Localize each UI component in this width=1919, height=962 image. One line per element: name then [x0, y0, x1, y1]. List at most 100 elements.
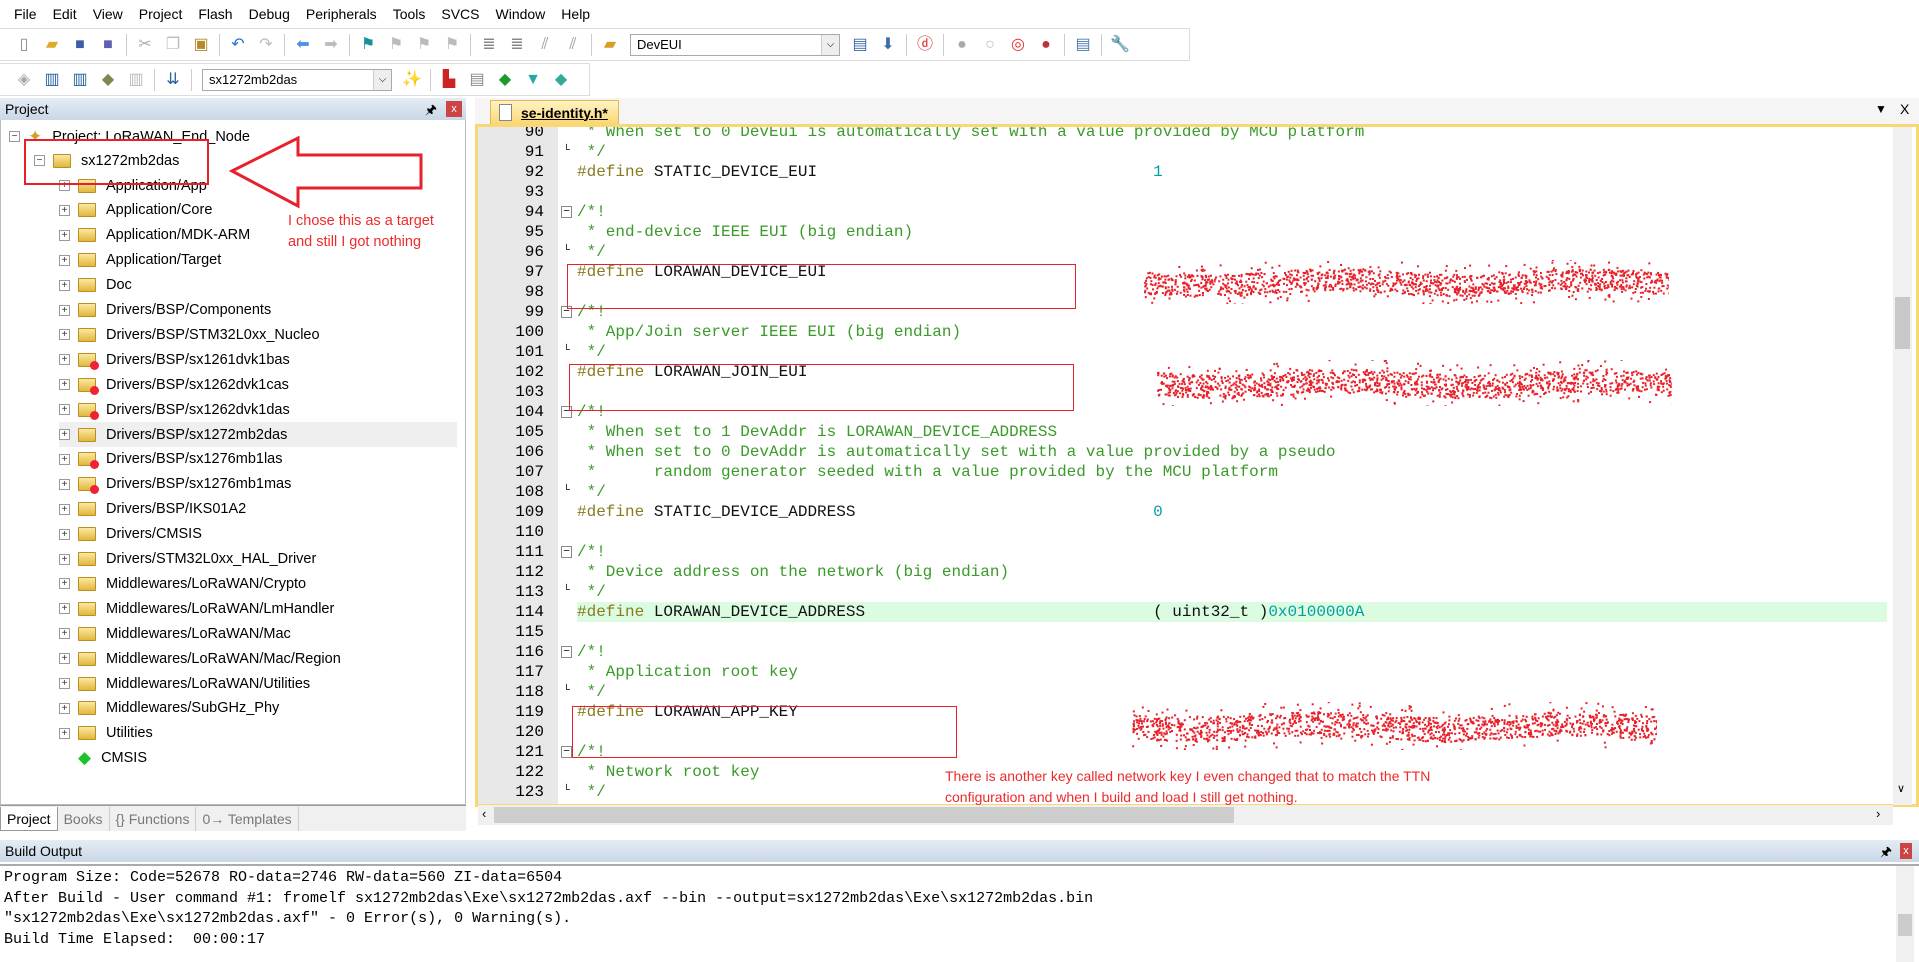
tab-functions[interactable]: {} Functions	[110, 807, 197, 831]
tab-se-identity-h[interactable]: se-identity.h*	[490, 100, 619, 124]
expand-icon[interactable]: +	[59, 529, 70, 540]
code-line[interactable]: 95 * end-device IEEE EUI (big endian)	[478, 222, 1893, 242]
fold-end-marker[interactable]: └	[561, 346, 572, 358]
expand-icon[interactable]: +	[59, 578, 70, 589]
code-line[interactable]: 113└ */	[478, 582, 1893, 602]
scroll-thumb[interactable]	[1895, 297, 1910, 349]
editor-vertical-scrollbar[interactable]: ∨	[1893, 127, 1912, 805]
tree-group[interactable]: +Middlewares/LoRaWAN/Mac	[59, 621, 291, 646]
menu-project[interactable]: Project	[131, 6, 191, 22]
code-line[interactable]: 118└ */	[478, 682, 1893, 702]
expand-icon[interactable]: +	[59, 504, 70, 515]
menu-peripherals[interactable]: Peripherals	[298, 6, 385, 22]
batch-build-icon[interactable]: ◆	[96, 68, 120, 92]
tree-group[interactable]: +Drivers/BSP/Components	[59, 298, 271, 323]
comment-icon[interactable]: ⫽	[533, 33, 557, 57]
manage-multi-project-icon[interactable]: ▤	[465, 68, 489, 92]
fold-end-marker[interactable]: └	[561, 146, 572, 158]
tree-group[interactable]: +Drivers/BSP/sx1262dvk1das	[59, 397, 290, 422]
tab-templates[interactable]: 0→ Templates	[196, 807, 298, 831]
pack-installer-icon[interactable]: ◆	[549, 68, 573, 92]
fold-end-marker[interactable]: └	[561, 586, 572, 598]
fold-collapse-icon[interactable]: −	[561, 746, 572, 758]
tree-group[interactable]: +Doc	[59, 273, 132, 298]
expand-icon[interactable]: +	[59, 429, 70, 440]
scroll-left-icon[interactable]: ‹	[482, 806, 486, 821]
tree-group[interactable]: +Drivers/BSP/IKS01A2	[59, 497, 246, 522]
debug-session-icon[interactable]: ⓓ	[913, 33, 937, 57]
build-output-scrollbar[interactable]	[1896, 866, 1914, 962]
tree-cmsis[interactable]: ◆CMSIS	[59, 746, 147, 771]
stop-build-icon[interactable]: ▥	[124, 68, 148, 92]
tree-group[interactable]: +Middlewares/LoRaWAN/Utilities	[59, 671, 310, 696]
code-line[interactable]: 114#define LORAWAN_DEVICE_ADDRESS ( uint…	[478, 602, 1893, 622]
chevron-down-icon[interactable]: ⌵	[821, 35, 839, 55]
indent-icon[interactable]: ≣	[477, 33, 501, 57]
menu-view[interactable]: View	[85, 6, 131, 22]
scroll-thumb[interactable]	[494, 807, 1234, 823]
expand-icon[interactable]: +	[59, 628, 70, 639]
code-line[interactable]: 117 * Application root key	[478, 662, 1893, 682]
find-combo[interactable]: DevEUI⌵	[630, 34, 840, 56]
code-line[interactable]: 90 * When set to 0 DevEui is automatical…	[478, 124, 1893, 142]
code-line[interactable]: 100 * App/Join server IEEE EUI (big endi…	[478, 322, 1893, 342]
translate-icon[interactable]: ◈	[12, 68, 36, 92]
tree-group[interactable]: +Middlewares/LoRaWAN/Mac/Region	[59, 646, 341, 671]
code-line[interactable]: 115	[478, 622, 1893, 642]
navigate-forward-icon[interactable]: ➡	[319, 33, 343, 57]
tree-group[interactable]: +Middlewares/SubGHz_Phy	[59, 696, 279, 721]
window-layout-icon[interactable]: ▤	[1071, 33, 1095, 57]
cut-icon[interactable]: ✂	[133, 33, 157, 57]
manage-run-time-environment-icon[interactable]: ◆	[493, 68, 517, 92]
code-line[interactable]: 105 * When set to 1 DevAddr is LORAWAN_D…	[478, 422, 1893, 442]
paste-icon[interactable]: ▣	[189, 33, 213, 57]
code-line[interactable]: 116−/*!	[478, 642, 1893, 662]
code-line[interactable]: 101└ */	[478, 342, 1893, 362]
expand-icon[interactable]: +	[59, 305, 70, 316]
expand-icon[interactable]: +	[59, 678, 70, 689]
unindent-icon[interactable]: ≣	[505, 33, 529, 57]
tree-group[interactable]: +Drivers/BSP/sx1276mb1mas	[59, 472, 291, 497]
expand-icon[interactable]: +	[59, 230, 70, 241]
build-icon[interactable]: ▥	[40, 68, 64, 92]
tree-group[interactable]: +Middlewares/LoRaWAN/Crypto	[59, 571, 306, 596]
scroll-down-icon[interactable]: ∨	[1897, 782, 1905, 795]
close-icon[interactable]: x	[1900, 843, 1912, 859]
prev-bookmark-icon[interactable]: ⚑	[384, 33, 408, 57]
tree-group[interactable]: +Drivers/CMSIS	[59, 522, 202, 547]
new-file-icon[interactable]: ▯	[12, 33, 36, 57]
tree-group[interactable]: +Middlewares/LoRaWAN/LmHandler	[59, 596, 334, 621]
expand-icon[interactable]: +	[59, 479, 70, 490]
code-line[interactable]: 91└ */	[478, 142, 1893, 162]
breakpoint-kill-icon[interactable]: ●	[1034, 33, 1058, 57]
expand-icon[interactable]: +	[59, 354, 70, 365]
menu-help[interactable]: Help	[553, 6, 598, 22]
scroll-thumb[interactable]	[1898, 914, 1912, 936]
next-bookmark-icon[interactable]: ⚑	[412, 33, 436, 57]
fold-collapse-icon[interactable]: −	[561, 206, 572, 218]
incremental-find-icon[interactable]: ⬇	[876, 33, 900, 57]
menu-edit[interactable]: Edit	[45, 6, 85, 22]
configure-icon[interactable]: 🔧	[1108, 33, 1132, 57]
expand-icon[interactable]: +	[59, 379, 70, 390]
fold-collapse-icon[interactable]: −	[561, 646, 572, 658]
menu-debug[interactable]: Debug	[241, 6, 298, 22]
bookmark-icon[interactable]: ⚑	[356, 33, 380, 57]
find-icon[interactable]: ▤	[848, 33, 872, 57]
tab-project[interactable]: Project	[0, 807, 58, 831]
breakpoint-enable-icon[interactable]: ○	[978, 33, 1002, 57]
tree-group[interactable]: +Application/Target	[59, 248, 221, 273]
file-extensions-icon[interactable]: ▙	[437, 68, 461, 92]
close-tab-icon[interactable]: X	[1900, 101, 1909, 117]
fold-end-marker[interactable]: └	[561, 246, 572, 258]
expand-icon[interactable]: +	[59, 653, 70, 664]
code-line[interactable]: 94−/*!	[478, 202, 1893, 222]
find-in-files-icon[interactable]: ▰	[598, 33, 622, 57]
expand-icon[interactable]: +	[59, 554, 70, 565]
uncomment-icon[interactable]: ⫽	[561, 33, 585, 57]
expand-icon[interactable]: +	[59, 280, 70, 291]
undo-icon[interactable]: ↶	[226, 33, 250, 57]
target-options-icon[interactable]: ✨	[400, 68, 424, 92]
save-icon[interactable]: ■	[68, 33, 92, 57]
navigate-back-icon[interactable]: ⬅	[291, 33, 315, 57]
